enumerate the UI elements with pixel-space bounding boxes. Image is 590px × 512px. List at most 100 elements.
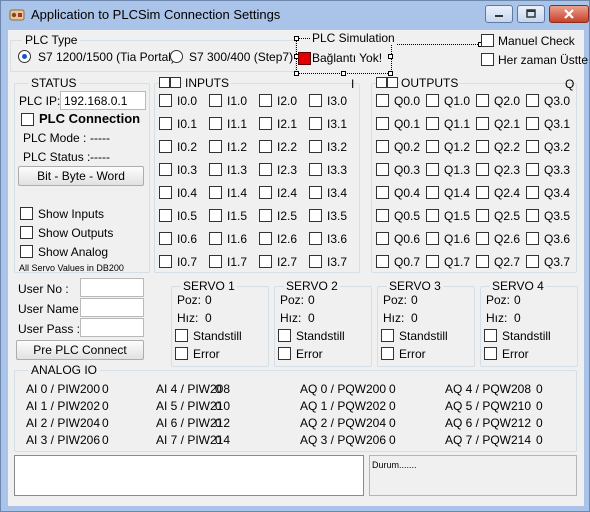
output-bit-checkbox[interactable] <box>426 117 439 130</box>
input-bit-checkbox[interactable] <box>259 209 272 222</box>
output-bit-checkbox[interactable] <box>376 163 389 176</box>
inputs-legend-checkbox-a[interactable] <box>159 77 170 88</box>
resize-handle[interactable] <box>294 71 299 76</box>
output-bit-checkbox[interactable] <box>426 255 439 268</box>
servo-error-checkbox[interactable] <box>278 347 291 360</box>
input-bit-checkbox[interactable] <box>309 209 322 222</box>
output-bit-checkbox[interactable] <box>526 186 539 199</box>
resize-handle[interactable] <box>388 71 393 76</box>
input-bit-checkbox[interactable] <box>309 94 322 107</box>
output-bit-checkbox[interactable] <box>476 186 489 199</box>
input-bit-checkbox[interactable] <box>259 94 272 107</box>
pre-plc-connect-button[interactable]: Pre PLC Connect <box>16 340 144 360</box>
servo-standstill-checkbox[interactable] <box>278 329 291 342</box>
servo-standstill-checkbox[interactable] <box>381 329 394 342</box>
output-bit-checkbox[interactable] <box>426 140 439 153</box>
output-bit-checkbox[interactable] <box>426 94 439 107</box>
plc-sim-status-indicator[interactable] <box>298 52 311 65</box>
output-bit-checkbox[interactable] <box>526 117 539 130</box>
output-bit-checkbox[interactable] <box>476 232 489 245</box>
input-bit-checkbox[interactable] <box>159 186 172 199</box>
output-bit-checkbox[interactable] <box>426 232 439 245</box>
resize-handle[interactable] <box>388 54 393 59</box>
output-bit-checkbox[interactable] <box>476 140 489 153</box>
show-analog-checkbox[interactable] <box>20 245 33 258</box>
input-bit-checkbox[interactable] <box>159 94 172 107</box>
minimize-button[interactable] <box>485 5 513 23</box>
servo-error-checkbox[interactable] <box>381 347 394 360</box>
input-bit-checkbox[interactable] <box>209 163 222 176</box>
input-bit-checkbox[interactable] <box>259 232 272 245</box>
output-bit-checkbox[interactable] <box>376 140 389 153</box>
output-bit-checkbox[interactable] <box>426 163 439 176</box>
input-bit-checkbox[interactable] <box>159 232 172 245</box>
input-bit-checkbox[interactable] <box>259 140 272 153</box>
input-bit-checkbox[interactable] <box>309 117 322 130</box>
output-bit-checkbox[interactable] <box>526 255 539 268</box>
servo-standstill-checkbox[interactable] <box>175 329 188 342</box>
output-bit-checkbox[interactable] <box>426 186 439 199</box>
outputs-legend-checkbox-a[interactable] <box>376 77 387 88</box>
outputs-legend-checkbox-b[interactable] <box>387 77 398 88</box>
input-bit-checkbox[interactable] <box>159 117 172 130</box>
input-bit-checkbox[interactable] <box>209 140 222 153</box>
input-bit-checkbox[interactable] <box>309 140 322 153</box>
resize-handle[interactable] <box>341 71 346 76</box>
input-bit-checkbox[interactable] <box>309 163 322 176</box>
output-bit-checkbox[interactable] <box>526 94 539 107</box>
input-bit-checkbox[interactable] <box>209 255 222 268</box>
output-bit-checkbox[interactable] <box>526 232 539 245</box>
servo-error-checkbox[interactable] <box>175 347 188 360</box>
close-button[interactable] <box>549 5 589 23</box>
input-bit-checkbox[interactable] <box>159 163 172 176</box>
output-bit-checkbox[interactable] <box>476 163 489 176</box>
output-bit-checkbox[interactable] <box>376 117 389 130</box>
show-inputs-checkbox[interactable] <box>20 207 33 220</box>
output-bit-checkbox[interactable] <box>526 140 539 153</box>
input-bit-checkbox[interactable] <box>309 255 322 268</box>
maximize-button[interactable] <box>517 5 545 23</box>
user-pass-input[interactable] <box>80 318 144 337</box>
input-bit-checkbox[interactable] <box>159 140 172 153</box>
input-bit-checkbox[interactable] <box>309 186 322 199</box>
s7-300-radio[interactable] <box>170 50 183 63</box>
user-no-input[interactable] <box>80 278 144 297</box>
plc-connection-checkbox[interactable] <box>21 113 34 126</box>
output-bit-checkbox[interactable] <box>476 117 489 130</box>
output-bit-checkbox[interactable] <box>426 209 439 222</box>
input-bit-checkbox[interactable] <box>209 94 222 107</box>
input-bit-checkbox[interactable] <box>309 232 322 245</box>
output-bit-checkbox[interactable] <box>526 163 539 176</box>
plc-ip-input[interactable]: 192.168.0.1 <box>60 91 146 110</box>
log-textbox[interactable] <box>14 455 364 496</box>
input-bit-checkbox[interactable] <box>259 186 272 199</box>
input-bit-checkbox[interactable] <box>159 209 172 222</box>
always-on-top-checkbox[interactable] <box>481 53 494 66</box>
show-outputs-checkbox[interactable] <box>20 226 33 239</box>
output-bit-checkbox[interactable] <box>376 232 389 245</box>
bit-byte-word-button[interactable]: Bit - Byte - Word <box>18 166 144 186</box>
resize-handle[interactable] <box>294 36 299 41</box>
output-bit-checkbox[interactable] <box>376 255 389 268</box>
user-name-input[interactable] <box>80 298 144 317</box>
servo-standstill-checkbox[interactable] <box>484 329 497 342</box>
output-bit-checkbox[interactable] <box>376 186 389 199</box>
title-bar[interactable]: Application to PLCSim Connection Setting… <box>1 1 589 29</box>
input-bit-checkbox[interactable] <box>209 186 222 199</box>
output-bit-checkbox[interactable] <box>476 94 489 107</box>
output-bit-checkbox[interactable] <box>376 209 389 222</box>
output-bit-checkbox[interactable] <box>376 94 389 107</box>
output-bit-checkbox[interactable] <box>526 209 539 222</box>
s7-1200-radio[interactable] <box>18 50 31 63</box>
servo-error-checkbox[interactable] <box>484 347 497 360</box>
output-bit-checkbox[interactable] <box>476 209 489 222</box>
output-bit-checkbox[interactable] <box>476 255 489 268</box>
manual-check-checkbox[interactable] <box>481 34 494 47</box>
input-bit-checkbox[interactable] <box>209 232 222 245</box>
input-bit-checkbox[interactable] <box>259 163 272 176</box>
input-bit-checkbox[interactable] <box>259 255 272 268</box>
input-bit-checkbox[interactable] <box>209 209 222 222</box>
input-bit-checkbox[interactable] <box>159 255 172 268</box>
input-bit-checkbox[interactable] <box>259 117 272 130</box>
input-bit-checkbox[interactable] <box>209 117 222 130</box>
